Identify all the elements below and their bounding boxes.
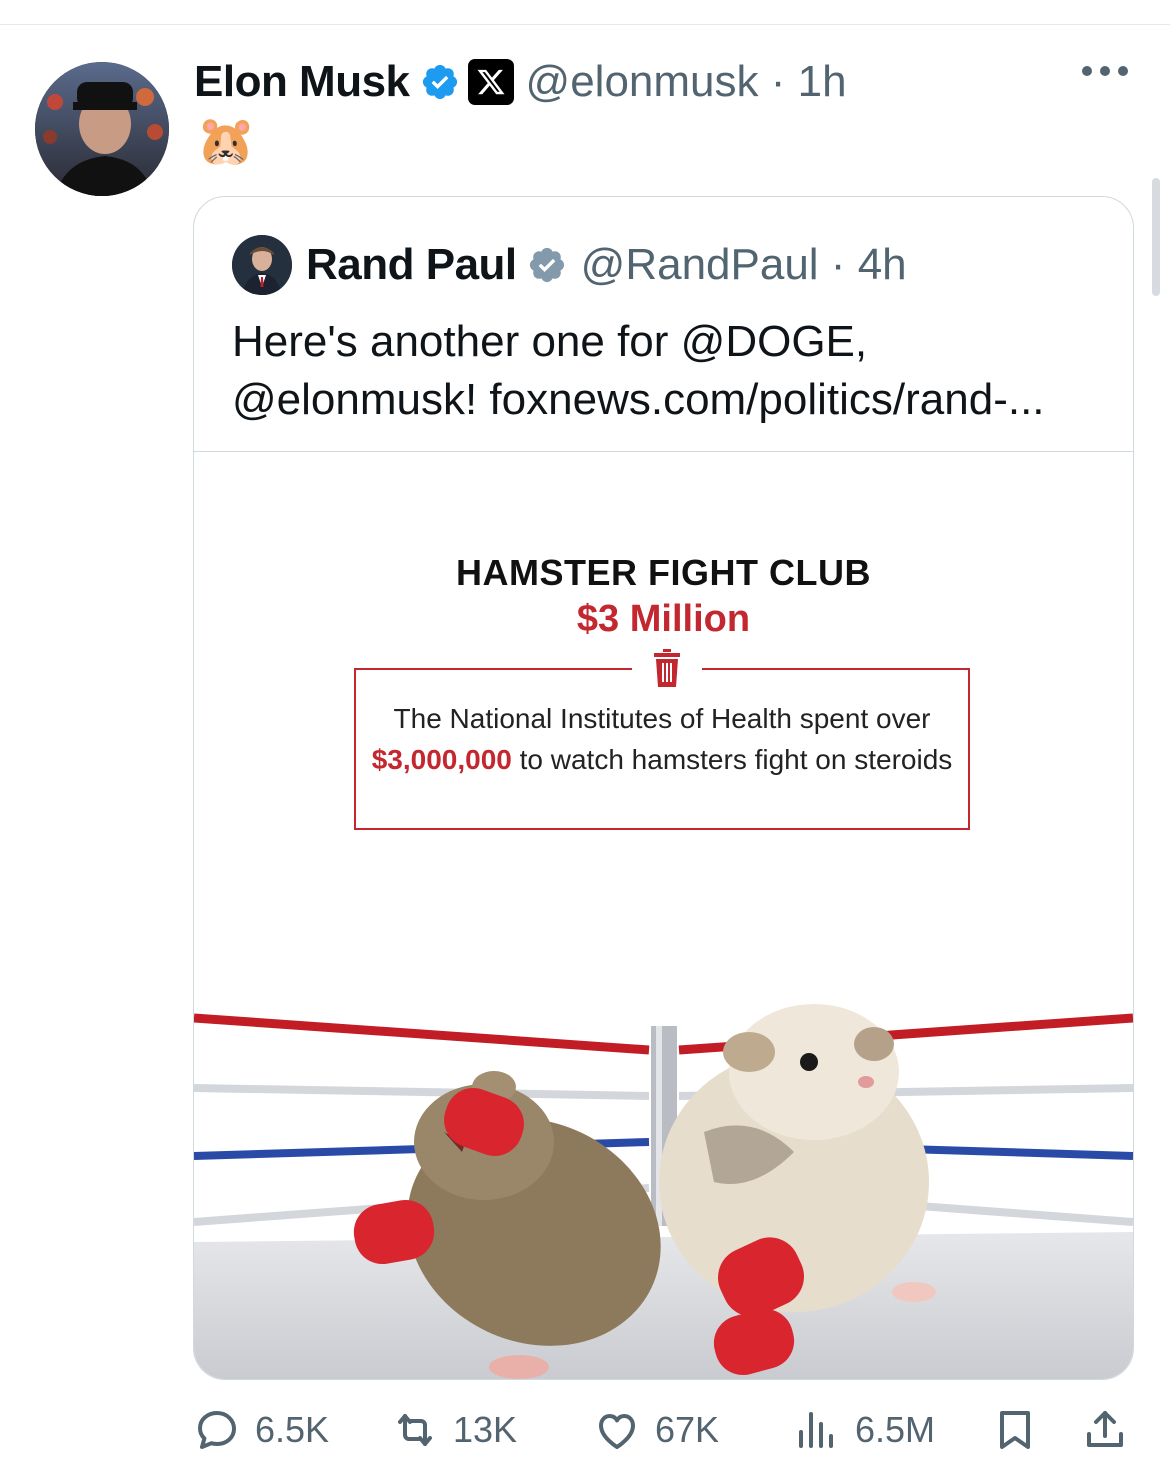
reply-icon: [198, 1411, 236, 1449]
quoted-time: 4h: [857, 240, 907, 289]
author-avatar[interactable]: [35, 62, 169, 196]
scrollbar[interactable]: [1152, 178, 1160, 296]
media-title: HAMSTER FIGHT CLUB: [456, 552, 871, 593]
media-description-box: The National Institutes of Health spent …: [354, 668, 970, 830]
trash-icon: [632, 648, 702, 688]
boxing-ring-illustration: [194, 1004, 1133, 1379]
repost-count: 13K: [453, 1409, 518, 1450]
views-count: 6.5M: [855, 1409, 936, 1450]
quoted-author-avatar: [232, 235, 292, 295]
views-button[interactable]: 6.5M: [793, 1406, 935, 1454]
like-count: 67K: [655, 1409, 720, 1450]
bookmark-button[interactable]: [991, 1406, 1039, 1454]
quoted-author-name: Rand Paul: [306, 240, 517, 289]
media-subtitle: $3 Million: [576, 598, 751, 640]
quoted-tweet[interactable]: Rand Paul @RandPaul · 4h Here's another …: [193, 196, 1134, 1380]
x-affiliate-icon[interactable]: [467, 59, 514, 105]
share-icon: [1087, 1411, 1123, 1447]
author-name[interactable]: Elon Musk: [194, 57, 410, 107]
x-logo-icon: [477, 69, 505, 95]
reply-count: 6.5K: [255, 1409, 330, 1450]
more-options-icon[interactable]: [1082, 66, 1128, 76]
avatar-image: [35, 62, 169, 196]
heart-icon: [599, 1414, 635, 1449]
quoted-text-line-1: Here's another one for @DOGE,: [232, 317, 868, 366]
tweet-body: 🐹: [196, 115, 256, 168]
quoted-header: Rand Paul @RandPaul · 4h: [232, 235, 907, 295]
quoted-media-image[interactable]: HAMSTER FIGHT CLUB $3 Million The Nation…: [194, 451, 1133, 1379]
media-description: The National Institutes of Health spent …: [371, 703, 953, 775]
quoted-avatar-image: [232, 235, 292, 295]
repost-button[interactable]: 13K: [391, 1406, 517, 1454]
media-amount: $3,000,000: [371, 744, 512, 775]
bookmark-icon: [1000, 1411, 1030, 1449]
repost-icon: [398, 1414, 432, 1446]
top-divider: [0, 24, 1170, 25]
quoted-text-line-2: @elonmusk! foxnews.com/politics/rand-...: [232, 375, 1045, 424]
tweet-time[interactable]: 1h: [798, 57, 847, 106]
tweet-header: Elon Musk @elonmusk · 1h: [194, 54, 847, 110]
quoted-author-handle: @RandPaul · 4h: [580, 240, 907, 289]
author-handle[interactable]: @elonmusk · 1h: [526, 57, 847, 107]
quoted-text: Here's another one for @DOGE, @elonmusk!…: [232, 313, 1102, 429]
reply-button[interactable]: 6.5K: [193, 1406, 329, 1454]
like-button[interactable]: 67K: [593, 1406, 719, 1454]
verified-badge-icon[interactable]: [420, 62, 460, 102]
tweet-actions: 6.5K 13K 67K 6.5M: [193, 1400, 1133, 1460]
views-icon: [799, 1412, 833, 1448]
share-button[interactable]: [1081, 1406, 1129, 1454]
quoted-verified-badge-icon: [529, 247, 564, 283]
